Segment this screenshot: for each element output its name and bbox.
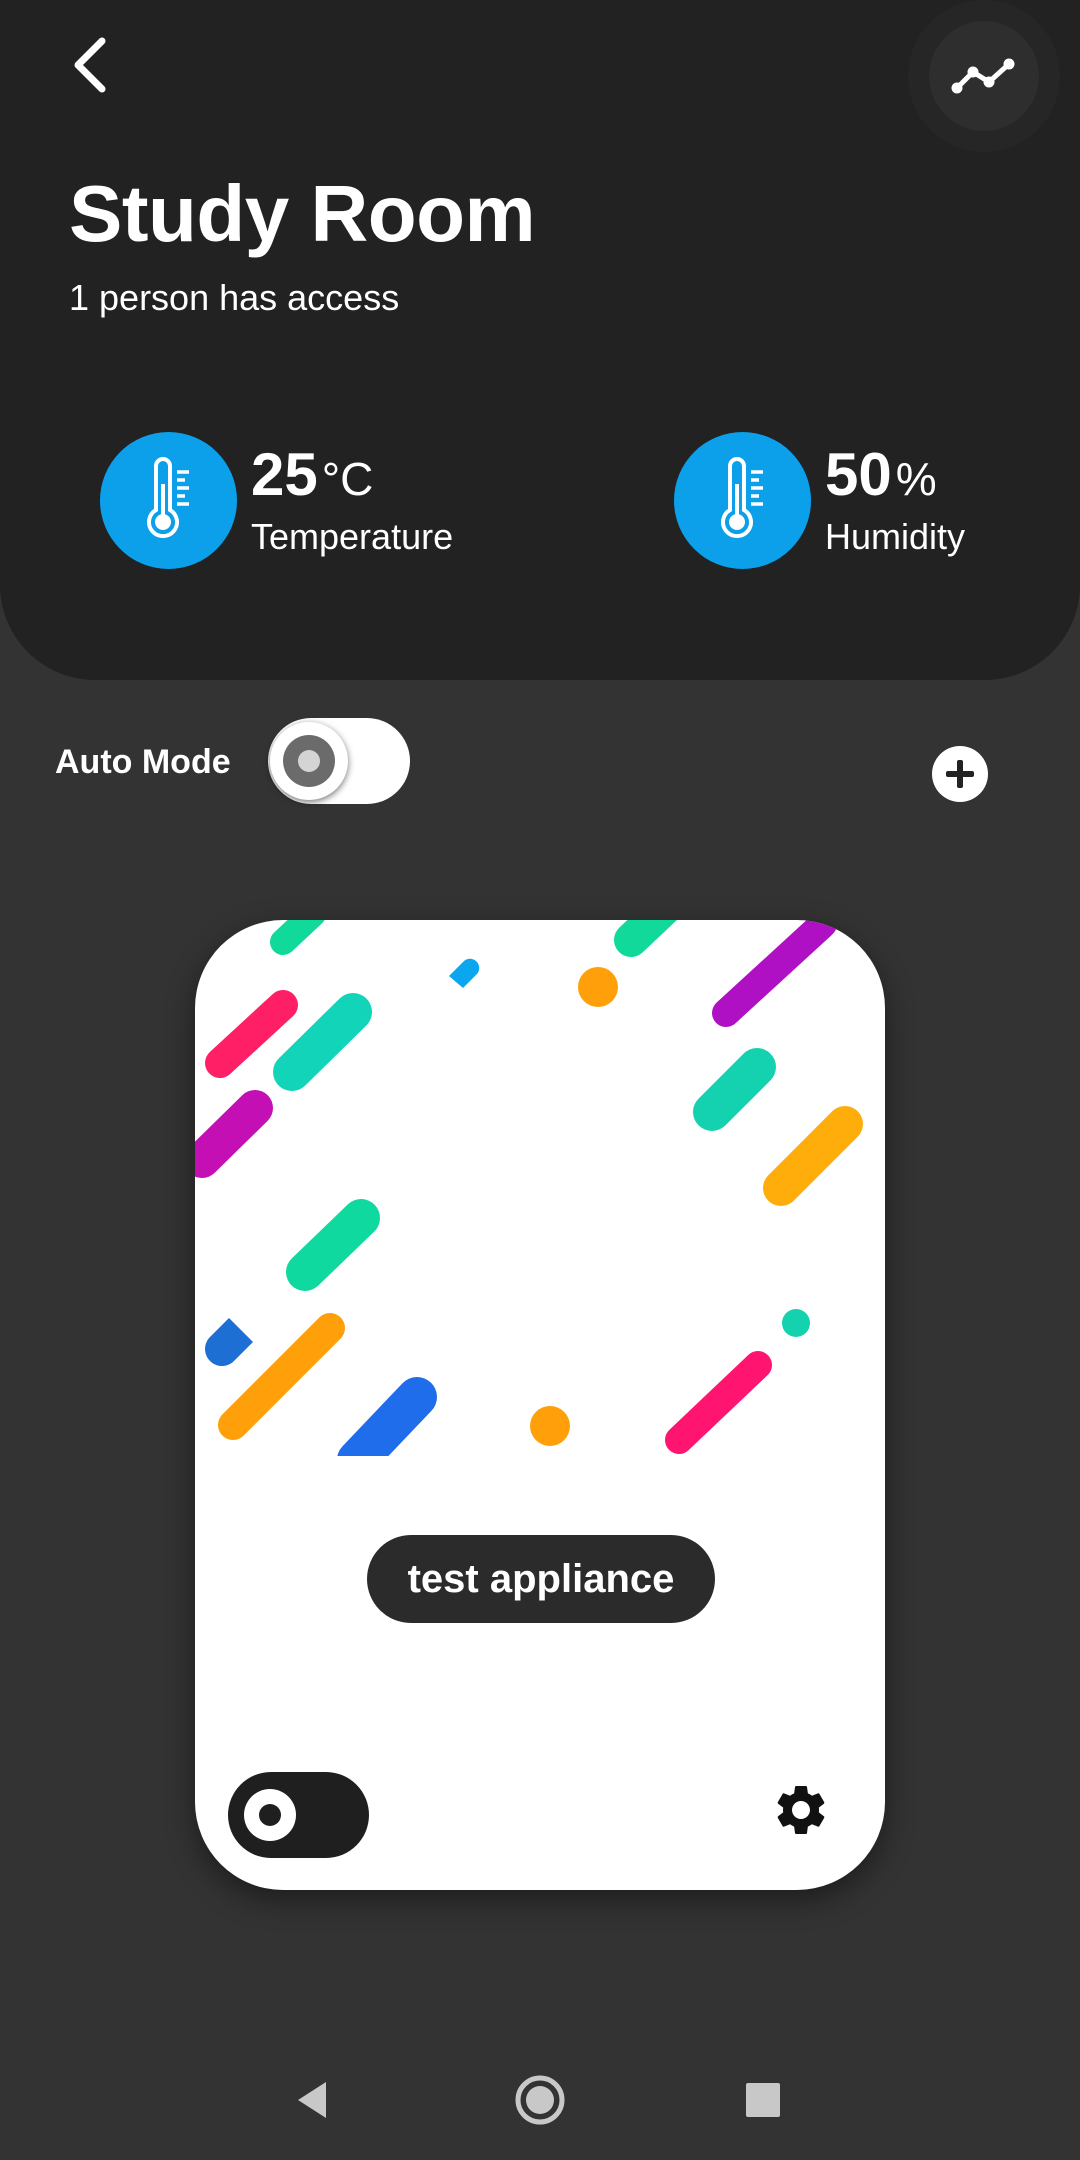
- appliance-settings-button[interactable]: [767, 1776, 835, 1844]
- auto-mode-knob: [270, 722, 348, 800]
- appliance-toggle-knob-dot: [259, 1804, 281, 1826]
- humidity-label: Humidity: [825, 516, 966, 557]
- temperature-icon-badge: [100, 432, 237, 569]
- humidity-value: 50%: [825, 442, 937, 512]
- chart-button[interactable]: [929, 21, 1039, 131]
- appliance-toggle-knob: [244, 1789, 296, 1841]
- plus-circle-icon: [946, 760, 974, 788]
- appliance-card[interactable]: test appliance: [195, 920, 885, 1890]
- nav-recents-button[interactable]: [703, 2040, 823, 2160]
- room-title: Study Room: [69, 169, 536, 258]
- temperature-label: Temperature: [251, 516, 454, 557]
- auto-mode-toggle[interactable]: [268, 718, 410, 804]
- temperature-unit: °C: [321, 453, 374, 505]
- auto-mode-knob-dot: [298, 750, 320, 772]
- appliance-name: test appliance: [367, 1535, 715, 1623]
- square-recents-icon: [746, 2083, 780, 2117]
- nav-back-button[interactable]: [252, 2040, 372, 2160]
- room-header: Study Room 1 person has access 25°C Temp…: [0, 0, 1080, 680]
- gear-icon: [777, 1786, 825, 1834]
- triangle-back-icon: [298, 2082, 326, 2118]
- circle-home-icon: [515, 2075, 565, 2125]
- chevron-left-icon: [74, 37, 106, 93]
- line-chart-icon: [951, 58, 1015, 94]
- thermometer-icon: [146, 456, 189, 538]
- appliance-power-toggle[interactable]: [228, 1772, 369, 1858]
- room-access-text: 1 person has access: [69, 277, 400, 318]
- nav-home-button[interactable]: [480, 2040, 600, 2160]
- system-navigation-bar: [0, 2040, 1080, 2160]
- add-appliance-button[interactable]: [932, 746, 988, 802]
- thermometer-icon: [720, 456, 763, 538]
- auto-mode-knob-ring: [283, 735, 335, 787]
- temperature-value: 25°C: [251, 442, 373, 512]
- temperature-number: 25: [251, 441, 318, 508]
- appliance-artwork: [195, 920, 863, 1456]
- humidity-number: 50: [825, 441, 892, 508]
- humidity-icon-badge: [674, 432, 811, 569]
- humidity-unit: %: [895, 453, 937, 505]
- auto-mode-label: Auto Mode: [55, 743, 231, 781]
- back-button[interactable]: [55, 30, 125, 100]
